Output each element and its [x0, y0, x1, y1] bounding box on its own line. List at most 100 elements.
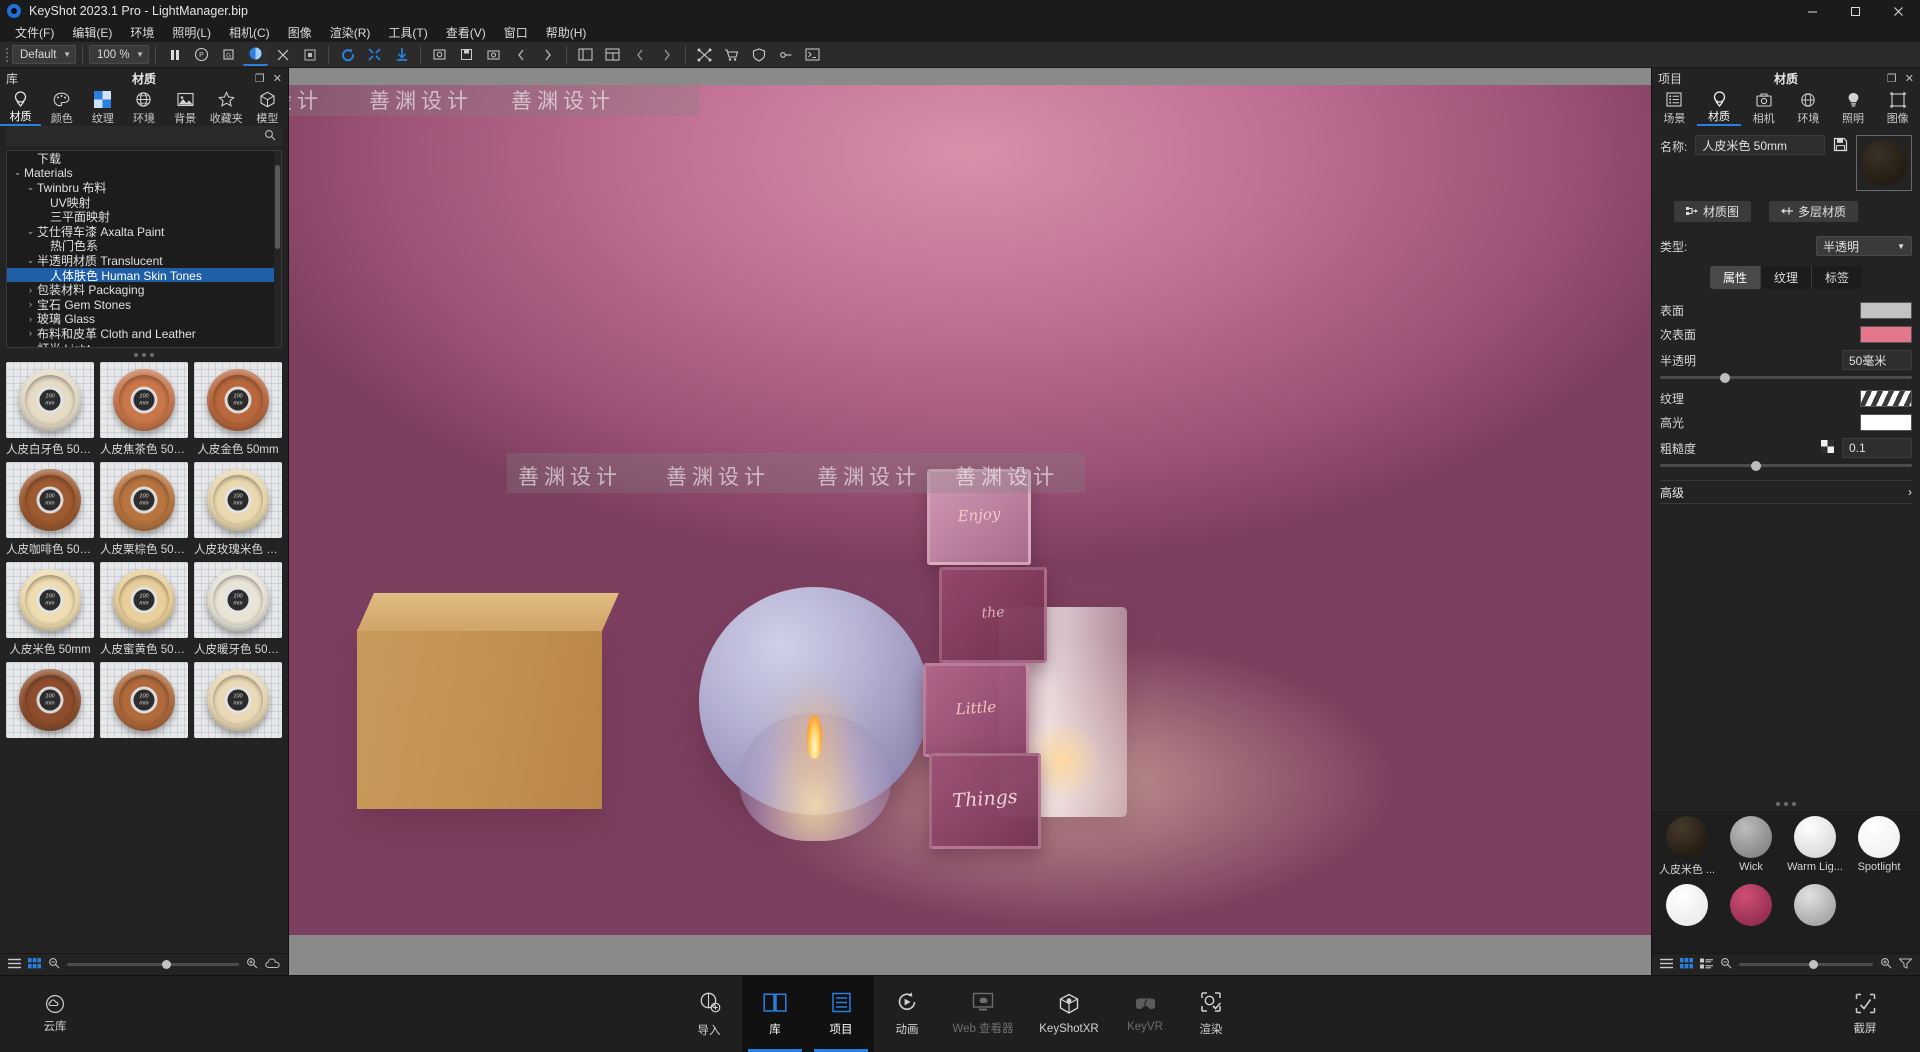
refresh-icon[interactable] — [335, 44, 360, 66]
screenshot-icon[interactable] — [427, 44, 452, 66]
advanced-section-header[interactable]: 高级 › — [1660, 480, 1912, 504]
tree-item[interactable]: 热门色系 — [7, 239, 281, 253]
roughness-value-input[interactable]: 0.1 — [1842, 438, 1912, 458]
performance-mode-icon[interactable]: P — [189, 44, 214, 66]
expand-icon[interactable] — [362, 44, 387, 66]
shield-icon[interactable] — [746, 44, 771, 66]
material-name-input[interactable]: 人皮米色 50mm — [1695, 135, 1825, 155]
material-thumbnail[interactable] — [100, 362, 188, 438]
next-icon[interactable] — [535, 44, 560, 66]
strip-item[interactable]: 人皮米色 ... — [1658, 813, 1716, 877]
zoom-level-dropdown[interactable]: 100 % ▼ — [89, 45, 149, 64]
library-tab-favorites[interactable]: 收藏夹 — [206, 88, 247, 126]
material-item[interactable]: 人皮金色 50mm — [194, 362, 282, 458]
tree-item[interactable]: 三平面映射 — [7, 209, 281, 224]
menu-edit[interactable]: 编辑(E) — [63, 22, 121, 43]
project-tab-material[interactable]: 材质 — [1696, 88, 1742, 126]
material-sphere[interactable] — [1658, 813, 1716, 861]
material-item[interactable] — [6, 662, 94, 738]
frame-icon[interactable] — [297, 44, 322, 66]
bottom-item-render[interactable]: 渲染 — [1178, 976, 1244, 1052]
zoom-in-icon[interactable] — [246, 957, 258, 972]
subsurface-color-swatch[interactable] — [1860, 326, 1912, 343]
translucency-value-input[interactable]: 50毫米 — [1842, 350, 1912, 370]
material-item[interactable]: 人皮栗棕色 50mm — [100, 462, 188, 558]
material-item[interactable] — [100, 662, 188, 738]
library-tab-backgrounds[interactable]: 背景 — [165, 88, 206, 126]
search-icon[interactable] — [264, 129, 276, 144]
bottom-item-project[interactable]: 项目 — [808, 976, 874, 1052]
close-icon[interactable] — [1877, 0, 1920, 22]
bottom-item-library[interactable]: 库 — [742, 976, 808, 1052]
chevron-right-icon[interactable]: › — [24, 299, 37, 309]
material-item[interactable]: 人皮焦茶色 50mm — [100, 362, 188, 458]
chevron-right-icon[interactable]: › — [24, 285, 37, 295]
zoom-out-icon[interactable] — [1720, 957, 1732, 972]
camera-add-icon[interactable] — [481, 44, 506, 66]
texture-swatch[interactable] — [1860, 390, 1912, 407]
strip-item[interactable]: Wick — [1722, 813, 1780, 877]
tree-item[interactable]: ⌄ Twinbru 布料 — [7, 180, 281, 195]
material-thumbnail[interactable] — [100, 462, 188, 538]
chevron-down-icon[interactable]: ⌄ — [24, 255, 37, 266]
maximize-icon[interactable] — [1834, 0, 1877, 22]
project-material-strip[interactable]: 人皮米色 ... Wick Warm Lig... Spotlight — [1652, 811, 1920, 953]
project-tab-image[interactable]: 图像 — [1875, 88, 1920, 126]
material-thumbnail[interactable] — [194, 662, 282, 738]
library-tab-models[interactable]: 模型 — [247, 88, 288, 126]
prev-icon[interactable] — [508, 44, 533, 66]
toolbar-grip[interactable] — [4, 46, 10, 64]
menu-lighting[interactable]: 照明(L) — [163, 22, 220, 43]
bottom-item-import[interactable]: 导入 — [676, 976, 742, 1052]
library-tab-textures[interactable]: 纹理 — [82, 88, 123, 126]
tree-item[interactable]: › 布料和皮革 Cloth and Leather — [7, 326, 281, 341]
pause-icon[interactable] — [162, 44, 187, 66]
menu-image[interactable]: 图像 — [279, 22, 321, 43]
bottom-item-keyshotxr[interactable]: KeyShotXR — [1026, 976, 1112, 1052]
library-tab-colors[interactable]: 颜色 — [41, 88, 82, 126]
menu-view[interactable]: 查看(V) — [437, 22, 495, 43]
save-icon[interactable] — [1833, 135, 1848, 155]
chevron-down-icon[interactable]: ⌄ — [24, 182, 37, 193]
menu-tools[interactable]: 工具(T) — [379, 22, 436, 43]
roughness-slider[interactable] — [1660, 460, 1912, 471]
grid-view-icon[interactable] — [1680, 957, 1693, 972]
filter-icon[interactable] — [1898, 958, 1913, 972]
search-input[interactable] — [12, 130, 264, 142]
material-sphere[interactable] — [1722, 813, 1780, 861]
screenshot-button[interactable]: 截屏 — [1810, 976, 1920, 1052]
project-tab-scene[interactable]: 场景 — [1652, 88, 1697, 126]
strip-item[interactable] — [1786, 881, 1844, 929]
material-item[interactable] — [194, 662, 282, 738]
material-preview-sphere[interactable] — [1856, 135, 1912, 191]
material-sphere[interactable] — [1658, 881, 1716, 929]
tab-textures[interactable]: 纹理 — [1759, 266, 1811, 289]
material-sphere[interactable] — [1850, 813, 1908, 861]
material-type-dropdown[interactable]: 半透明 ▼ — [1816, 236, 1912, 256]
menu-environment[interactable]: 环境 — [121, 22, 163, 43]
checker-icon[interactable] — [1821, 440, 1834, 456]
grid-view-icon[interactable] — [28, 957, 41, 972]
render-viewport[interactable]: Enjoy the Little Things 善渊设计 善渊设计 善渊设计 善… — [289, 68, 1651, 975]
tree-item[interactable]: › 宝石 Gem Stones — [7, 297, 281, 312]
tree-item[interactable]: 下载 — [7, 151, 281, 166]
detail-view-icon[interactable] — [1700, 958, 1713, 972]
menu-camera[interactable]: 相机(C) — [220, 22, 279, 43]
prev2-icon[interactable] — [627, 44, 652, 66]
material-item[interactable]: 人皮玫瑰米色 50... — [194, 462, 282, 558]
tree-item[interactable]: ⌄ Materials — [7, 166, 281, 181]
tree-item[interactable]: ⌄ 半透明材质 Translucent — [7, 253, 281, 268]
menu-window[interactable]: 窗口 — [495, 22, 537, 43]
material-thumbnail[interactable] — [6, 362, 94, 438]
chevron-right-icon[interactable]: › — [24, 314, 37, 324]
surface-color-swatch[interactable] — [1860, 302, 1912, 319]
bottom-item-web-viewer[interactable]: Web 查看器 — [940, 976, 1026, 1052]
tree-item[interactable]: › 玻璃 Glass — [7, 312, 281, 326]
camera-preset-dropdown[interactable]: Default ▼ — [12, 45, 76, 64]
material-thumbnail[interactable] — [6, 562, 94, 638]
thumbnail-size-slider[interactable] — [1739, 960, 1873, 969]
material-thumbnail[interactable] — [194, 362, 282, 438]
tree-item-selected[interactable]: 人体肤色 Human Skin Tones — [7, 267, 281, 283]
material-thumbnail[interactable] — [100, 662, 188, 738]
bottom-item-animation[interactable]: 动画 — [874, 976, 940, 1052]
